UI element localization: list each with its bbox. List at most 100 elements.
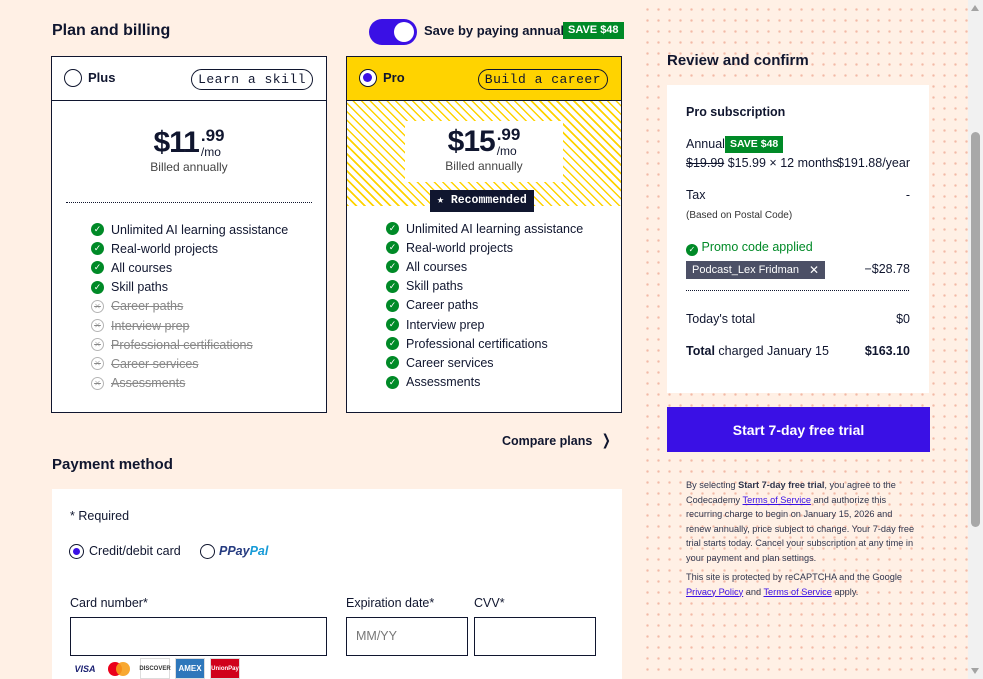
promo-code-chip: Podcast_Lex Fridman ✕ [686, 261, 826, 279]
price-year: $191.88/year [837, 156, 910, 170]
page-scrollbar[interactable] [968, 0, 983, 679]
today-value: $0 [896, 312, 910, 326]
feature-item: ✕ Interview prep [91, 316, 288, 335]
feature-label: Real-world projects [111, 241, 218, 256]
subscription-title: Pro subscription [686, 105, 786, 119]
compare-plans-link[interactable]: Compare plans ❯ [502, 431, 613, 449]
plan-radio-plus[interactable] [64, 69, 82, 87]
legal-recaptcha: This site is protected by reCAPTCHA and … [686, 570, 918, 599]
privacy-policy-link[interactable]: Privacy Policy [686, 587, 743, 597]
plan-card-plus[interactable]: Plus Learn a skill $11 .99 /mo Billed an… [51, 56, 327, 413]
today-label: Today's total [686, 312, 756, 326]
plan-name: Plus [88, 70, 116, 85]
feature-item: ✓ Unlimited AI learning assistance [386, 219, 583, 238]
feature-label: Skill paths [406, 279, 463, 294]
plan-card-header: Plus Learn a skill [52, 57, 326, 101]
x-circle-icon: ✕ [91, 338, 104, 352]
remove-promo-icon[interactable]: ✕ [809, 263, 819, 277]
total-label-rest: charged January 15 [714, 344, 829, 358]
promo-applied-label: Promo code applied [701, 240, 813, 254]
amex-icon: AMEX [175, 658, 205, 679]
feature-item: ✕ Career paths [91, 297, 288, 316]
check-circle-icon: ✓ [386, 260, 399, 274]
feature-item: ✓ Unlimited AI learning assistance [91, 220, 288, 239]
cvv-input[interactable] [474, 617, 596, 656]
feature-label: Professional certifications [406, 336, 548, 351]
promo-discount: −$28.78 [864, 262, 910, 276]
feature-item: ✕ Career services [91, 354, 288, 373]
card-number-label: Card number* [70, 596, 148, 610]
feature-label: All courses [111, 260, 173, 275]
legal-text: and [743, 586, 764, 597]
legal-text: By selecting [686, 480, 739, 490]
billed-note: Billed annually [150, 160, 228, 174]
expiration-input[interactable]: MM/YY [346, 617, 468, 656]
feature-label: Assessments [111, 376, 186, 391]
tax-note: (Based on Postal Code) [686, 210, 793, 221]
method-card-label: Credit/debit card [89, 544, 181, 558]
feature-list: ✓ Unlimited AI learning assistance ✓ Real-w… [386, 219, 583, 392]
legal-bold: Start 7-day free trial [738, 480, 825, 490]
feature-item: ✓ All courses [91, 258, 288, 277]
x-circle-icon: ✕ [91, 319, 104, 333]
cvv-label: CVV* [474, 596, 505, 610]
payment-method-title: Payment method [52, 456, 173, 473]
price-dollars: $15 [447, 125, 496, 158]
start-trial-button[interactable]: Start 7-day free trial [667, 407, 930, 452]
feature-item: ✓ Career paths [386, 296, 583, 315]
check-circle-icon: ✓ [91, 280, 104, 294]
promo-applied: ✓ Promo code applied [686, 240, 813, 256]
scroll-down-icon[interactable] [971, 668, 979, 674]
scroll-up-icon[interactable] [971, 5, 979, 11]
paypal-pay: Pay [227, 544, 250, 558]
check-circle-icon: ✓ [386, 298, 399, 312]
chevron-right-icon: ❯ [602, 432, 612, 449]
google-terms-link[interactable]: Terms of Service [763, 587, 831, 597]
divider [66, 202, 312, 203]
plan-billing-title: Plan and billing [52, 22, 171, 39]
feature-label: Career paths [111, 299, 184, 314]
plan-card-header: Pro Build a career [347, 57, 621, 101]
plan-radio-pro[interactable] [359, 69, 377, 87]
start-trial-label: Start 7-day free trial [732, 421, 865, 438]
check-circle-icon: ✓ [386, 241, 399, 255]
feature-item: ✓ Skill paths [91, 278, 288, 297]
toggle-knob [394, 22, 414, 42]
compare-plans-label: Compare plans [502, 434, 593, 448]
feature-item: ✕ Assessments [91, 374, 288, 393]
feature-item: ✓ Interview prep [386, 315, 583, 334]
paypal-pal: Pal [249, 544, 269, 558]
plan-price: $15 .99 /mo Billed annually [347, 125, 621, 174]
x-circle-icon: ✕ [91, 376, 104, 390]
card-number-input[interactable] [70, 617, 327, 656]
mastercard-circle-orange [116, 662, 130, 676]
feature-label: Career services [406, 355, 494, 370]
legal-terms: By selecting Start 7-day free trial, you… [686, 478, 918, 565]
check-circle-icon: ✓ [386, 222, 399, 236]
price-detail: $15.99 × 12 months [727, 156, 839, 170]
price-cents: .99 [200, 126, 225, 145]
price-cents: .99 [496, 125, 521, 144]
check-circle-icon: ✓ [386, 356, 399, 370]
annual-toggle[interactable] [369, 19, 417, 45]
feature-list: ✓ Unlimited AI learning assistance ✓ Real-w… [91, 220, 288, 393]
plan-tag: Learn a skill [191, 69, 313, 90]
feature-item: ✕ Professional certifications [91, 335, 288, 354]
promo-code: Podcast_Lex Fridman [692, 264, 799, 276]
plan-tag: Build a career [477, 69, 608, 90]
plan-card-pro[interactable]: Pro Build a career $15 .99 /mo Billed an… [346, 56, 622, 413]
legal-text: This site is protected by reCAPTCHA and … [686, 572, 903, 582]
card-brand-icons: VISA MC DISCOVER AMEX UnionPay [70, 658, 240, 679]
scroll-thumb[interactable] [971, 132, 980, 527]
feature-label: Interview prep [111, 318, 190, 333]
review-title: Review and confirm [667, 52, 809, 69]
feature-item: ✓ Real-world projects [386, 238, 583, 257]
method-radio-card[interactable] [69, 544, 84, 559]
check-circle-icon: ✓ [91, 261, 104, 275]
total-value: $163.10 [864, 344, 910, 358]
terms-link[interactable]: Terms of Service [743, 495, 811, 505]
feature-label: Assessments [406, 375, 481, 390]
feature-item: ✓ Skill paths [386, 277, 583, 296]
method-radio-paypal[interactable] [200, 544, 215, 559]
price-dollars: $11 [153, 126, 199, 159]
